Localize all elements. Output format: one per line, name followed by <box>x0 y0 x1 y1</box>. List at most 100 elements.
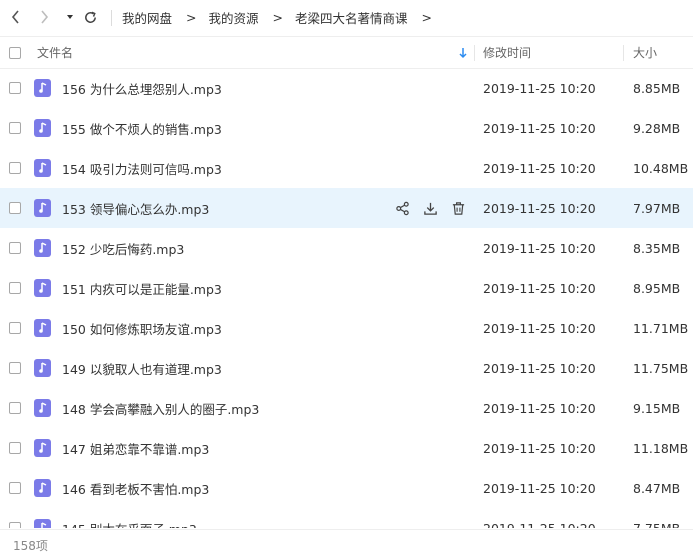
music-file-icon <box>34 519 51 528</box>
music-file-icon <box>34 119 51 137</box>
item-count: 158项 <box>13 539 48 553</box>
file-modified: 2019-11-25 10:20 <box>483 160 596 176</box>
music-file-icon <box>34 79 51 97</box>
table-row[interactable]: 154 吸引力法则可信吗.mp3 2019-11-25 10:20 10.48MB <box>0 148 693 188</box>
music-file-icon <box>34 399 51 417</box>
share-icon[interactable] <box>394 200 410 216</box>
toolbar: 我的网盘 > 我的资源 > 老梁四大名著情商课 > <box>0 0 693 35</box>
file-name[interactable]: 153 领导偏心怎么办.mp3 <box>62 188 209 228</box>
file-size: 9.15MB <box>633 400 681 416</box>
table-row[interactable]: 146 看到老板不害怕.mp3 2019-11-25 10:20 8.47MB <box>0 468 693 508</box>
row-checkbox[interactable] <box>9 402 21 414</box>
table-row[interactable]: 153 领导偏心怎么办.mp3 2019-11-25 10:20 7.97MB <box>0 188 693 228</box>
delete-icon[interactable] <box>450 200 466 216</box>
column-name[interactable]: 文件名 <box>37 37 73 68</box>
music-file-icon <box>34 359 51 377</box>
row-checkbox[interactable] <box>9 202 21 214</box>
file-modified: 2019-11-25 10:20 <box>483 240 596 256</box>
table-row[interactable]: 156 为什么总埋怨别人.mp3 2019-11-25 10:20 8.85MB <box>0 68 693 108</box>
caret-down-icon[interactable] <box>61 8 79 26</box>
file-size: 8.35MB <box>633 240 681 256</box>
breadcrumb-separator: > <box>272 10 283 25</box>
breadcrumb-item[interactable]: 老梁四大名著情商课 <box>295 8 408 27</box>
music-file-icon <box>34 159 51 177</box>
row-checkbox[interactable] <box>9 362 21 374</box>
music-file-icon <box>34 319 51 337</box>
column-divider[interactable] <box>474 45 475 61</box>
file-name[interactable]: 146 看到老板不害怕.mp3 <box>62 468 209 508</box>
music-file-icon <box>34 199 51 217</box>
file-size: 11.75MB <box>633 360 689 376</box>
file-size: 7.75MB <box>633 520 681 529</box>
row-checkbox[interactable] <box>9 82 21 94</box>
arrow-down-icon[interactable] <box>458 37 468 68</box>
column-divider[interactable] <box>623 45 624 61</box>
row-checkbox[interactable] <box>9 162 21 174</box>
music-file-icon <box>34 239 51 257</box>
table-row[interactable]: 145 别太在乎面子.mp3 2019-11-25 10:20 7.75MB <box>0 508 693 528</box>
file-size: 8.95MB <box>633 280 681 296</box>
row-checkbox[interactable] <box>9 482 21 494</box>
file-name[interactable]: 156 为什么总埋怨别人.mp3 <box>62 68 222 108</box>
file-size: 9.28MB <box>633 120 681 136</box>
file-modified: 2019-11-25 10:20 <box>483 520 596 529</box>
file-size: 7.97MB <box>633 200 681 216</box>
file-name[interactable]: 155 做个不烦人的销售.mp3 <box>62 108 222 148</box>
table-row[interactable]: 151 内疚可以是正能量.mp3 2019-11-25 10:20 8.95MB <box>0 268 693 308</box>
column-modified[interactable]: 修改时间 <box>483 37 531 68</box>
table-row[interactable]: 147 姐弟恋靠不靠谱.mp3 2019-11-25 10:20 11.18MB <box>0 428 693 468</box>
toolbar-divider <box>111 9 112 26</box>
row-checkbox[interactable] <box>9 282 21 294</box>
file-modified: 2019-11-25 10:20 <box>483 120 596 136</box>
file-size: 11.71MB <box>633 320 689 336</box>
table-row[interactable]: 149 以貌取人也有道理.mp3 2019-11-25 10:20 11.75MB <box>0 348 693 388</box>
file-size: 8.47MB <box>633 480 681 496</box>
table-row[interactable]: 152 少吃后悔药.mp3 2019-11-25 10:20 8.35MB <box>0 228 693 268</box>
file-modified: 2019-11-25 10:20 <box>483 360 596 376</box>
row-checkbox[interactable] <box>9 122 21 134</box>
chevron-right-icon[interactable] <box>35 8 53 26</box>
file-size: 8.85MB <box>633 80 681 96</box>
column-header: 文件名 修改时间 大小 <box>0 36 693 69</box>
file-name[interactable]: 150 如何修炼职场友谊.mp3 <box>62 308 222 348</box>
file-size: 10.48MB <box>633 160 689 176</box>
row-checkbox[interactable] <box>9 522 21 528</box>
breadcrumb-item[interactable]: 我的资源 <box>209 8 259 27</box>
refresh-icon[interactable] <box>81 8 99 26</box>
file-name[interactable]: 154 吸引力法则可信吗.mp3 <box>62 148 222 188</box>
file-name[interactable]: 148 学会高攀融入别人的圈子.mp3 <box>62 388 259 428</box>
breadcrumb-item[interactable]: 我的网盘 <box>122 8 172 27</box>
file-modified: 2019-11-25 10:20 <box>483 440 596 456</box>
download-icon[interactable] <box>422 200 438 216</box>
file-name[interactable]: 152 少吃后悔药.mp3 <box>62 228 184 268</box>
row-actions <box>394 200 466 216</box>
file-size: 11.18MB <box>633 440 689 456</box>
table-row[interactable]: 148 学会高攀融入别人的圈子.mp3 2019-11-25 10:20 9.15M… <box>0 388 693 428</box>
file-modified: 2019-11-25 10:20 <box>483 280 596 296</box>
file-name[interactable]: 149 以貌取人也有道理.mp3 <box>62 348 222 388</box>
table-row[interactable]: 155 做个不烦人的销售.mp3 2019-11-25 10:20 9.28MB <box>0 108 693 148</box>
file-name[interactable]: 145 别太在乎面子.mp3 <box>62 508 197 529</box>
music-file-icon <box>34 439 51 457</box>
row-checkbox[interactable] <box>9 242 21 254</box>
row-checkbox[interactable] <box>9 322 21 334</box>
breadcrumb-separator: > <box>186 10 197 25</box>
table-row[interactable]: 150 如何修炼职场友谊.mp3 2019-11-25 10:20 11.71MB <box>0 308 693 348</box>
file-name[interactable]: 151 内疚可以是正能量.mp3 <box>62 268 222 308</box>
file-modified: 2019-11-25 10:20 <box>483 400 596 416</box>
chevron-left-icon[interactable] <box>7 8 25 26</box>
file-modified: 2019-11-25 10:20 <box>483 320 596 336</box>
column-size[interactable]: 大小 <box>633 37 657 68</box>
file-modified: 2019-11-25 10:20 <box>483 200 596 216</box>
file-modified: 2019-11-25 10:20 <box>483 480 596 496</box>
file-list: 156 为什么总埋怨别人.mp3 2019-11-25 10:20 8.85MB 15… <box>0 68 693 528</box>
breadcrumb: 我的网盘 > 我的资源 > 老梁四大名著情商课 > <box>111 0 444 35</box>
music-file-icon <box>34 279 51 297</box>
music-file-icon <box>34 479 51 497</box>
file-modified: 2019-11-25 10:20 <box>483 80 596 96</box>
select-all-checkbox[interactable] <box>9 37 21 68</box>
row-checkbox[interactable] <box>9 442 21 454</box>
status-bar: 158项 <box>0 529 693 559</box>
file-name[interactable]: 147 姐弟恋靠不靠谱.mp3 <box>62 428 209 468</box>
breadcrumb-separator: > <box>421 10 432 25</box>
